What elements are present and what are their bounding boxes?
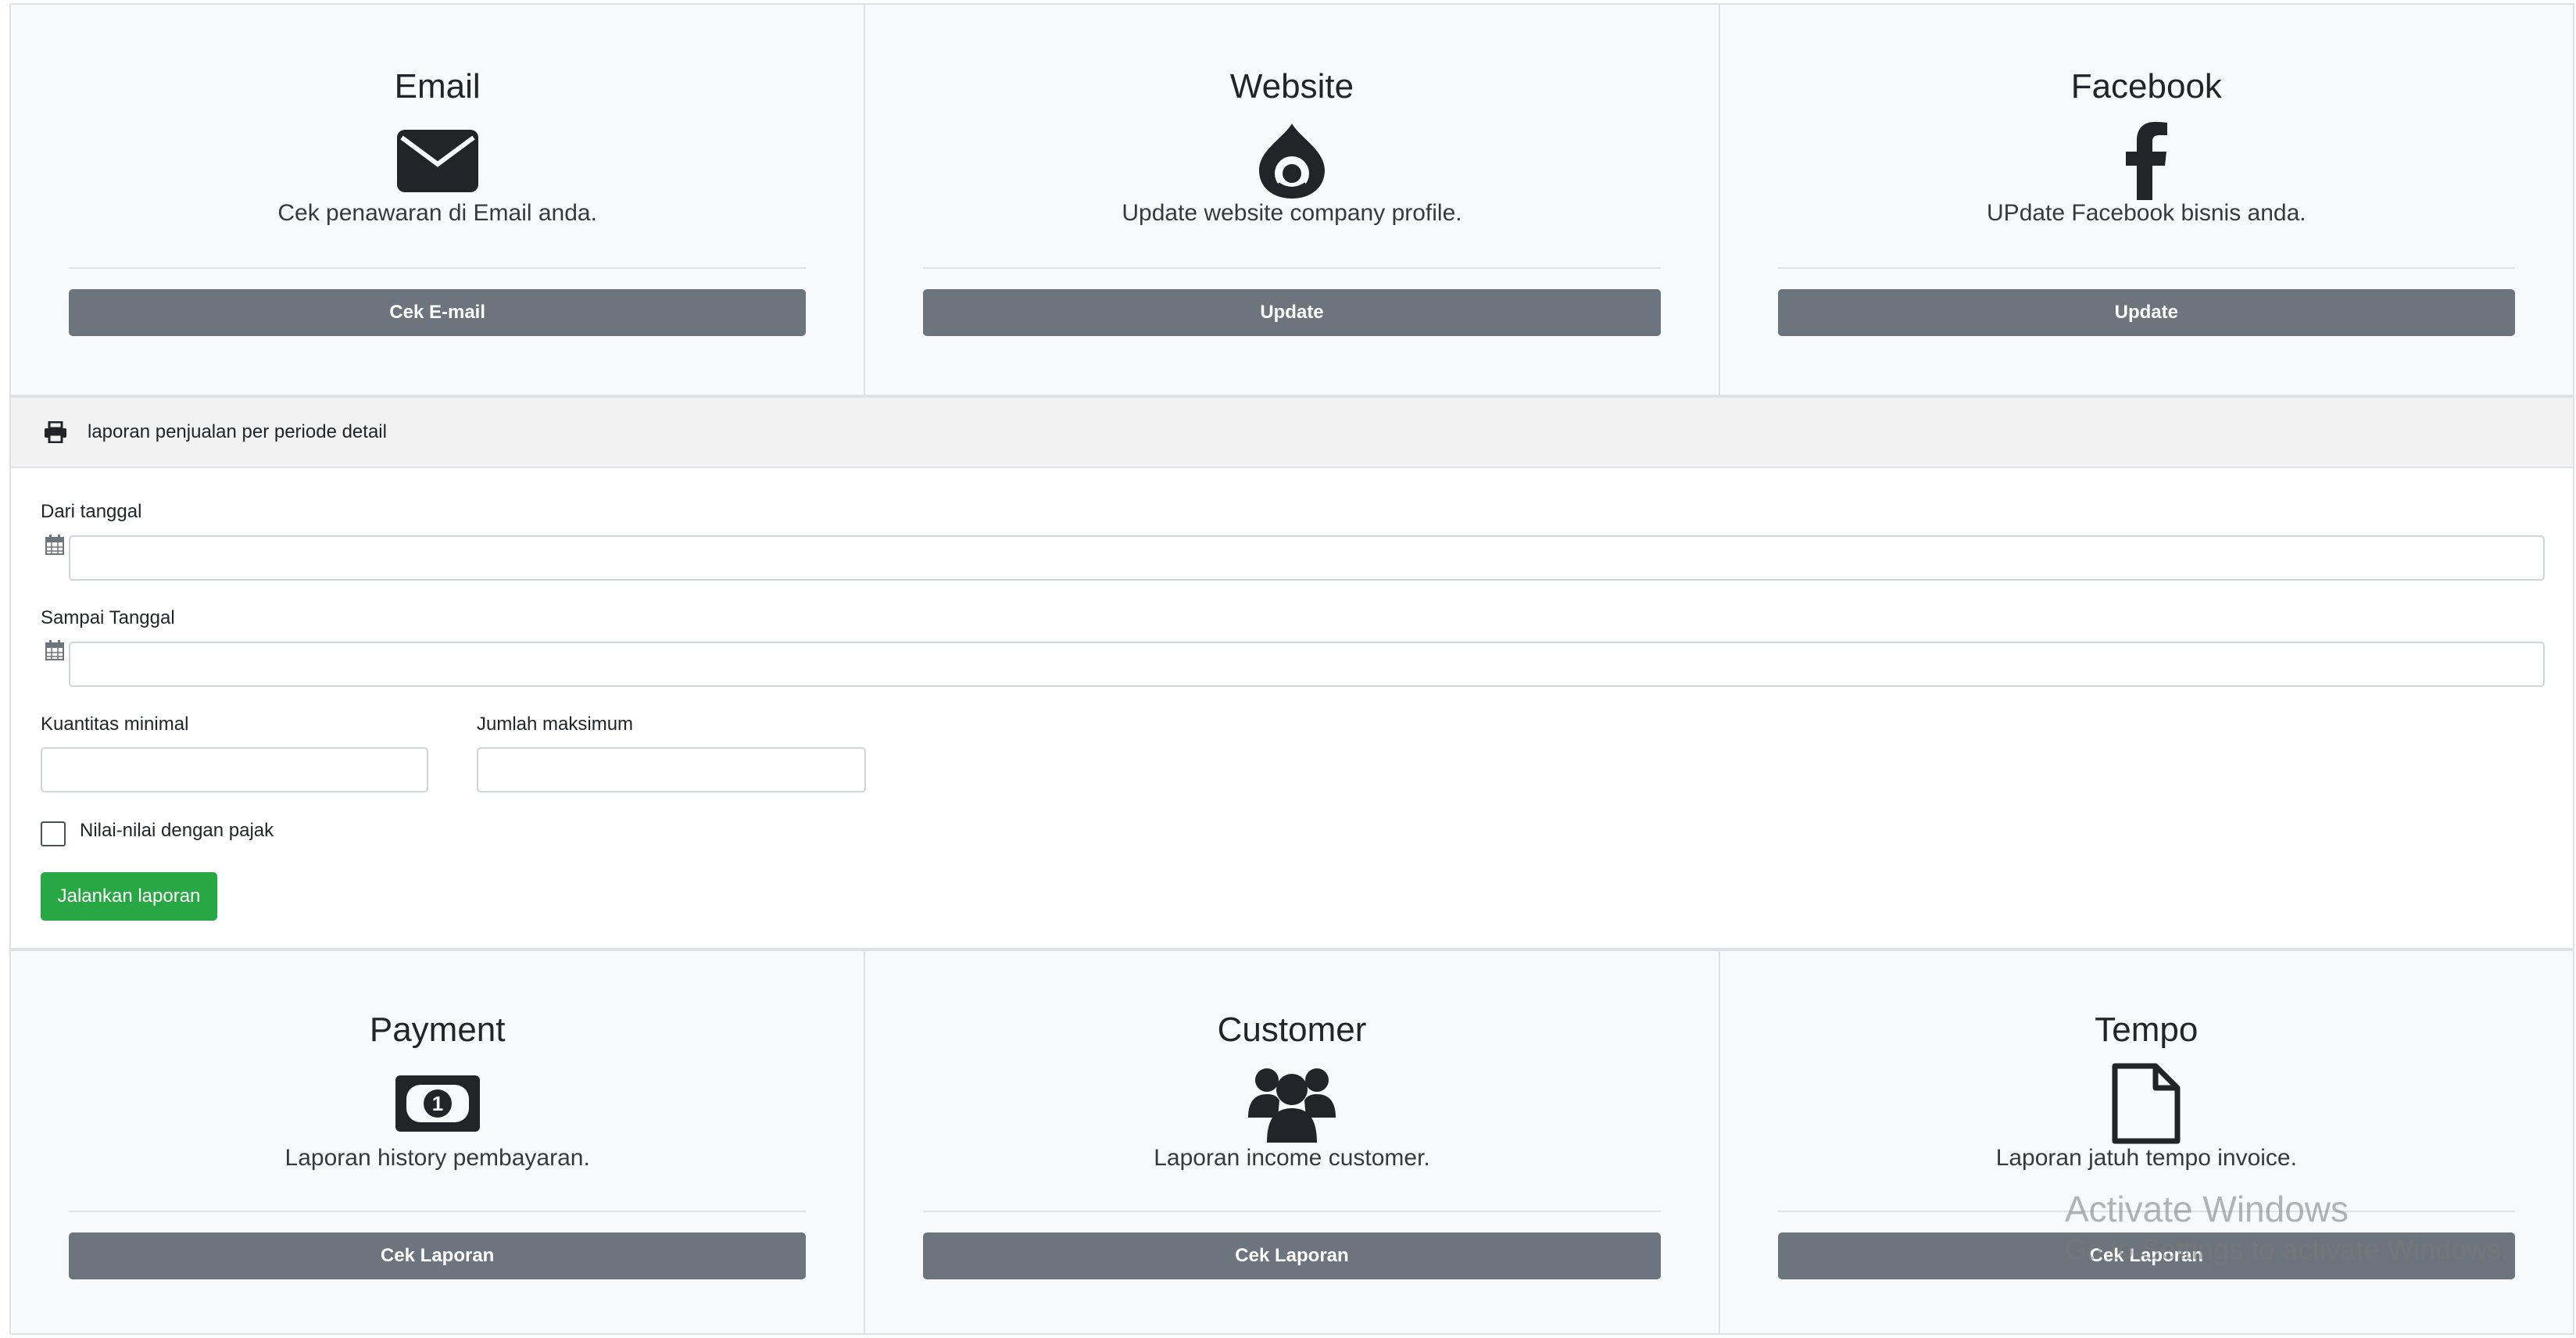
tempo-card: Tempo Laporan jatuh tempo invoice. Cek L…	[1719, 950, 2574, 1335]
divider	[923, 1211, 1661, 1212]
update-facebook-button[interactable]: Update	[1777, 289, 2515, 336]
svg-text:1: 1	[431, 1092, 442, 1115]
cek-laporan-customer-button[interactable]: Cek Laporan	[923, 1232, 1661, 1279]
card-title: Customer	[1217, 1011, 1367, 1049]
email-card: Email Cek penawaran di Email anda. Cek E…	[9, 3, 866, 396]
to-date-label: Sampai Tanggal	[41, 607, 175, 628]
calendar-icon	[45, 640, 64, 660]
facebook-icon	[2099, 122, 2193, 200]
customer-card: Customer Laporan income customer. Cek La…	[865, 950, 1720, 1335]
divider	[69, 267, 807, 269]
file-icon	[2095, 1061, 2197, 1147]
max-amount-input[interactable]	[477, 747, 866, 792]
card-description: Laporan jatuh tempo invoice.	[1995, 1145, 2297, 1171]
card-description: Update website company profile.	[1122, 200, 1462, 226]
panel-title: laporan penjualan per periode detail	[88, 421, 387, 442]
card-title: Facebook	[2070, 67, 2222, 106]
facebook-card: Facebook UPdate Facebook bisnis anda. Up…	[1719, 3, 2574, 396]
website-card: Website Update website company profile. …	[865, 3, 1720, 396]
envelope-icon	[391, 122, 485, 200]
divider	[923, 267, 1661, 269]
cek-email-button[interactable]: Cek E-mail	[69, 289, 807, 336]
from-date-label: Dari tanggal	[41, 501, 142, 522]
printer-icon	[44, 420, 67, 444]
max-amount-label: Jumlah maksimum	[477, 714, 634, 735]
card-title: Payment	[369, 1011, 506, 1049]
to-date-input[interactable]	[69, 642, 2545, 687]
card-title: Email	[394, 67, 481, 106]
tax-checkbox[interactable]	[41, 821, 66, 846]
sales-report-panel: laporan penjualan per periode detail Dar…	[9, 396, 2574, 950]
card-description: Laporan income customer.	[1154, 1145, 1430, 1171]
card-description: Laporan history pembayaran.	[284, 1145, 590, 1171]
card-title: Website	[1229, 67, 1354, 106]
activate-windows-watermark: Activate Windows	[2065, 1189, 2349, 1229]
activate-windows-hint: Go to Settings to activate Windows.	[2065, 1233, 2510, 1265]
cek-laporan-payment-button[interactable]: Cek Laporan	[69, 1232, 807, 1279]
card-title: Tempo	[2095, 1011, 2199, 1049]
bottom-card-row: Payment 1 Laporan history pembayaran. Ce…	[9, 950, 2574, 1335]
calendar-icon	[45, 535, 64, 555]
payment-card: Payment 1 Laporan history pembayaran. Ce…	[9, 950, 866, 1335]
tax-checkbox-label: Nilai-nilai dengan pajak	[80, 820, 274, 841]
panel-header: laporan penjualan per periode detail	[11, 398, 2573, 468]
min-qty-label: Kuantitas minimal	[41, 714, 189, 735]
run-report-button[interactable]: Jalankan laporan	[41, 872, 217, 921]
from-date-input[interactable]	[69, 535, 2545, 581]
divider	[1777, 267, 2515, 269]
users-icon	[1241, 1061, 1343, 1147]
money-bill-icon: 1	[387, 1061, 488, 1147]
divider	[69, 1211, 807, 1212]
card-description: Cek penawaran di Email anda.	[277, 200, 597, 226]
top-card-row: Email Cek penawaran di Email anda. Cek E…	[9, 3, 2574, 396]
update-website-button[interactable]: Update	[923, 289, 1661, 336]
min-qty-input[interactable]	[41, 747, 428, 792]
drupal-icon	[1245, 122, 1339, 200]
card-description: UPdate Facebook bisnis anda.	[1987, 200, 2306, 226]
